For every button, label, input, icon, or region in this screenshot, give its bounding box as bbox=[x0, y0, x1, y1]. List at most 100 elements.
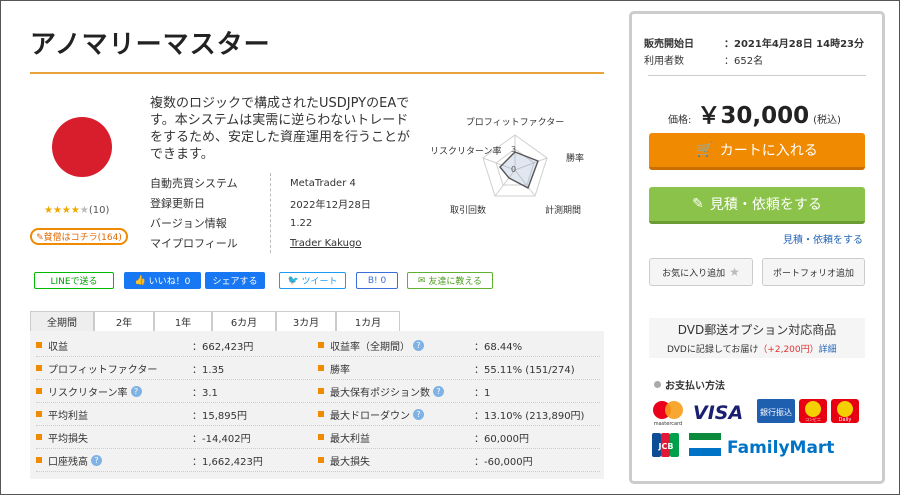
radar-tick-3: 3 bbox=[511, 145, 516, 154]
product-description: 複数のロジックで構成されたUSDJPYのEAです。本システムは実需に逆らわないト… bbox=[150, 96, 411, 162]
stats-table: 収益 ：662,423円 収益率（全期間）? ：68.44% プロフィットファクター ：1… bbox=[36, 334, 600, 472]
stat-cell: 収益率（全期間）? ：68.44% bbox=[318, 338, 600, 353]
stats-row: プロフィットファクター ：1.35 勝率 ：55.11% (151/274) bbox=[36, 357, 600, 380]
help-icon[interactable]: ? bbox=[91, 454, 102, 466]
tab-6m[interactable]: 6カ月 bbox=[212, 311, 276, 331]
stat-value: ：1,662,423円 bbox=[192, 456, 263, 468]
help-icon[interactable]: ? bbox=[433, 385, 444, 397]
mastercard-icon: mastercard bbox=[653, 401, 683, 427]
panel-divider bbox=[648, 75, 866, 76]
radar-label-period: 計測期間 bbox=[545, 204, 581, 216]
stat-label: 最大損失 bbox=[330, 456, 370, 468]
tab-3m[interactable]: 3カ月 bbox=[276, 311, 336, 331]
stat-cell: 勝率 ：55.11% (151/274) bbox=[318, 361, 600, 376]
orange-square-icon bbox=[36, 434, 42, 440]
stat-cell: プロフィットファクター ：1.35 bbox=[36, 361, 318, 376]
radar-chart: プロフィットファクター 勝率 計測期間 取引回数 リスクリターン率 3 0 bbox=[430, 117, 584, 216]
help-icon[interactable]: ? bbox=[130, 385, 142, 397]
stat-cell: 平均利益 ：15,895円 bbox=[36, 407, 318, 422]
stat-cell: 平均損失 ：-14,402円 bbox=[36, 430, 318, 445]
orange-square-icon bbox=[318, 388, 324, 394]
info-row-updated: 登録更新日 2022年12月28日 bbox=[150, 197, 371, 211]
stat-cell: 最大利益 ：60,000円 bbox=[318, 430, 600, 445]
add-to-cart-button[interactable]: 🛒 カートに入れる bbox=[649, 133, 865, 170]
familymart-icon: FamilyMart bbox=[689, 433, 834, 458]
stat-label: 収益率（全期間）? bbox=[330, 338, 474, 353]
orange-square-icon bbox=[36, 411, 42, 417]
orange-square-icon bbox=[36, 342, 42, 348]
thumbs-up-icon: 👍 bbox=[134, 275, 149, 286]
price-amount: ￥30,000 bbox=[697, 103, 810, 129]
tab-all[interactable]: 全期間 bbox=[30, 311, 94, 331]
bank-transfer-icon: 銀行振込 bbox=[757, 399, 795, 423]
quote-request-link[interactable]: 見積・依頼をする bbox=[783, 231, 863, 246]
help-icon[interactable]: ? bbox=[413, 408, 424, 420]
tab-2y[interactable]: 2年 bbox=[94, 311, 154, 331]
hatena-bookmark-button[interactable]: B! 0 bbox=[356, 272, 398, 289]
facebook-like-button[interactable]: 👍 いいね！0 bbox=[124, 272, 201, 289]
info-row-platform: 自動売買システム MetaTrader 4 bbox=[150, 177, 356, 190]
twitter-bird-icon: 🐦 bbox=[287, 275, 302, 286]
help-icon[interactable]: ? bbox=[413, 339, 424, 351]
rating-stars: ★★★★★(10) bbox=[44, 205, 109, 216]
stats-row: 平均利益 ：15,895円 最大ドローダウン? ：13.10% (213,890円) bbox=[36, 403, 600, 426]
stat-label: 最大利益 bbox=[330, 433, 370, 445]
svg-text:JCB: JCB bbox=[658, 442, 674, 451]
orange-square-icon bbox=[36, 457, 42, 463]
stat-cell: 口座残高? ：1,662,423円 bbox=[36, 453, 318, 468]
stat-label: 平均利益 bbox=[48, 410, 88, 422]
radar-tick-0: 0 bbox=[511, 165, 516, 174]
quote-request-button[interactable]: ✎ 見積・依頼をする bbox=[649, 187, 865, 224]
favorite-button[interactable]: お気に入り追加 ★ bbox=[649, 258, 753, 286]
price: 価格: ￥30,000 (税込) bbox=[668, 96, 841, 130]
orange-square-icon bbox=[36, 388, 42, 394]
bullet-icon bbox=[654, 381, 661, 388]
radar-label-trades: 取引回数 bbox=[450, 204, 486, 216]
period-tabs: 全期間 2年 1年 6カ月 3カ月 1カ月 bbox=[30, 311, 400, 331]
visa-icon: VISA bbox=[693, 402, 743, 424]
stat-cell: 最大ドローダウン? ：13.10% (213,890円) bbox=[318, 407, 600, 422]
tab-1m[interactable]: 1カ月 bbox=[336, 311, 400, 331]
pencil-icon: ✎ bbox=[692, 196, 704, 212]
stat-value: ：-14,402円 bbox=[192, 433, 251, 445]
dvd-option-box: DVD郵送オプション対応商品 DVDに記録してお届け（+2,200円）詳細 bbox=[649, 318, 865, 358]
convenience-store-icon: コンビニ bbox=[799, 399, 827, 423]
stat-value: ：15,895円 bbox=[192, 410, 247, 422]
portfolio-button[interactable]: ポートフォリオ追加 bbox=[762, 258, 865, 286]
stat-value: ：60,000円 bbox=[474, 433, 529, 445]
line-share-button[interactable]: LINEで送る bbox=[34, 272, 114, 289]
page-title: アノマリーマスター bbox=[30, 30, 271, 60]
orange-square-icon bbox=[36, 365, 42, 371]
stats-row: 収益 ：662,423円 収益率（全期間）? ：68.44% bbox=[36, 334, 600, 357]
sale-info: 販売開始日 ：2021年4月28日 14時23分 利用者数 ：652名 bbox=[644, 35, 864, 69]
review-button[interactable]: ✎貧僧はコチラ(164) bbox=[30, 228, 128, 245]
stat-label: 最大ドローダウン? bbox=[330, 407, 474, 422]
dvd-title: DVD郵送オプション対応商品 bbox=[677, 323, 837, 337]
tweet-button[interactable]: 🐦 ツイート bbox=[279, 272, 346, 289]
tab-1y[interactable]: 1年 bbox=[154, 311, 212, 331]
dvd-text: DVDに記録してお届け（+2,200円）詳細 bbox=[667, 345, 837, 355]
svg-text:銀行振込: 銀行振込 bbox=[760, 407, 792, 417]
star-icon: ★★★★ bbox=[44, 205, 80, 216]
svg-text:FamilyMart: FamilyMart bbox=[727, 438, 834, 458]
stat-label: 口座残高? bbox=[48, 453, 192, 468]
stat-value: ：55.11% (151/274) bbox=[474, 364, 575, 376]
orange-square-icon bbox=[318, 411, 324, 417]
svg-text:mastercard: mastercard bbox=[654, 421, 682, 427]
stat-label: リスクリターン率? bbox=[48, 384, 192, 399]
jcb-icon: JCB bbox=[652, 433, 679, 457]
svg-text:Daily: Daily bbox=[839, 417, 852, 423]
stat-cell: 最大損失 ：-60,000円 bbox=[318, 453, 600, 468]
cart-icon: 🛒 bbox=[696, 142, 714, 158]
dvd-detail-link[interactable]: 詳細 bbox=[819, 345, 837, 355]
orange-square-icon bbox=[318, 457, 324, 463]
japan-flag-icon bbox=[52, 117, 112, 177]
stats-row: 口座残高? ：1,662,423円 最大損失 ：-60,000円 bbox=[36, 449, 600, 472]
facebook-share-button[interactable]: シェアする bbox=[205, 272, 265, 289]
stat-value: ：-60,000円 bbox=[474, 456, 533, 468]
orange-square-icon bbox=[318, 342, 324, 348]
stat-value: ：662,423円 bbox=[192, 341, 254, 353]
profile-link[interactable]: Trader Kakugo bbox=[270, 238, 361, 249]
tell-friend-button[interactable]: ✉ 友達に教える bbox=[407, 272, 493, 289]
stat-value: ：13.10% (213,890円) bbox=[474, 410, 585, 422]
